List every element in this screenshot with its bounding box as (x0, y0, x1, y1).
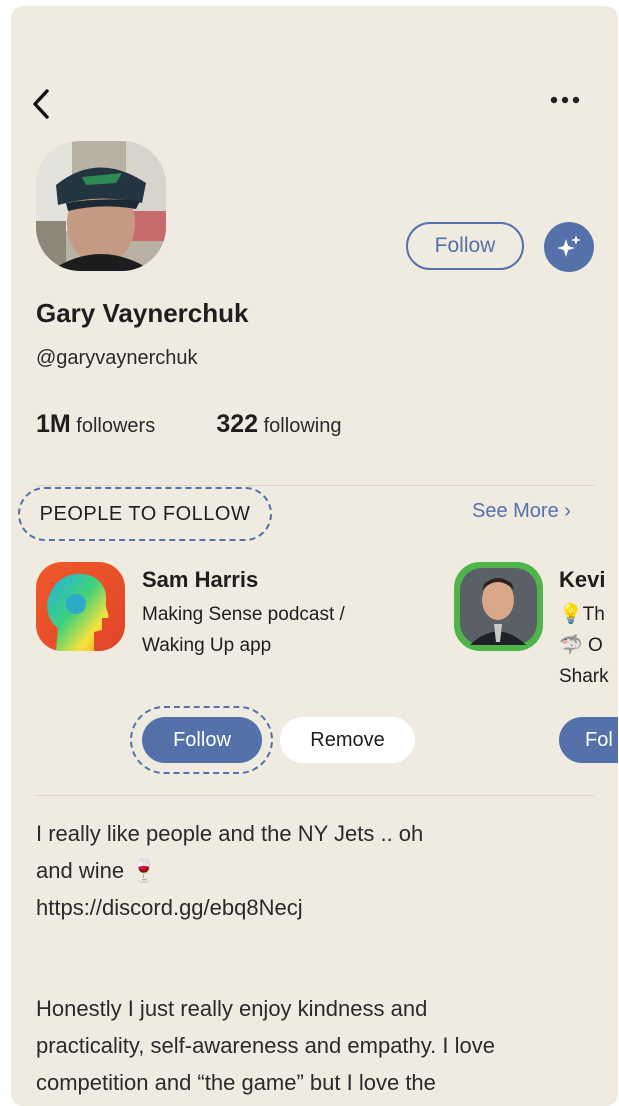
followers-count: 1M (36, 410, 71, 438)
sam-harris-avatar-image (36, 562, 125, 651)
divider (36, 795, 594, 796)
more-options-button[interactable] (545, 88, 585, 112)
following-label: following (263, 415, 342, 437)
suggestion-name[interactable]: Sam Harris (142, 567, 258, 593)
follow-stats: 1M followers 322 following (36, 410, 341, 439)
suggestion-avatar-sam-harris[interactable] (36, 562, 125, 651)
following-count: 322 (216, 410, 259, 438)
see-more-link[interactable]: See More › (472, 500, 571, 523)
profile-avatar[interactable] (36, 141, 166, 271)
suggestion-follow-button[interactable]: Follow (142, 717, 262, 763)
suggestion-bio: 💡Th 🦈 O Shark (559, 599, 609, 692)
bio-link[interactable]: https://discord.gg/ebq8Necj (36, 889, 596, 926)
bio-line: and wine 🍷 (36, 858, 158, 883)
followers-link[interactable]: 1M followers (36, 410, 156, 438)
bio-line: competition and “the game” but I love th… (36, 1070, 436, 1095)
divider (36, 485, 594, 486)
bio-line: practicality, self-awareness and empathy… (36, 1033, 495, 1058)
follow-button[interactable]: Follow (406, 222, 524, 270)
profile-handle: @garyvaynerchuk (36, 347, 198, 369)
lightbulb-icon: 💡 (559, 604, 583, 625)
bio-text: O (587, 635, 603, 656)
profile-bio-continued: Honestly I just really enjoy kindness an… (36, 990, 596, 1101)
avatar-photo (36, 141, 166, 271)
sparkles-icon (557, 235, 581, 257)
suggestion-avatar-kevin[interactable] (454, 562, 543, 651)
more-horizontal-icon (550, 96, 580, 104)
suggestion-bio-line: 💡Th (559, 599, 609, 630)
followers-label: followers (76, 415, 156, 437)
profile-name: Gary Vaynerchuk (36, 298, 249, 328)
suggestion-bio-line: 🦈 O (559, 630, 609, 661)
following-link[interactable]: 322 following (216, 410, 342, 438)
shark-icon: 🦈 (559, 635, 583, 656)
sparkles-button[interactable] (544, 222, 594, 272)
suggestion-bio: Making Sense podcast / Waking Up app (142, 599, 345, 661)
suggestion-bio-line: Making Sense podcast / (142, 604, 345, 625)
bio-line: I really like people and the NY Jets .. … (36, 821, 424, 846)
bio-line: Honestly I just really enjoy kindness an… (36, 996, 428, 1021)
suggestion-name[interactable]: Kevi (559, 567, 605, 593)
profile-bio: I really like people and the NY Jets .. … (36, 815, 596, 926)
bio-text: Th (582, 604, 605, 625)
suggestion-follow-button[interactable]: Fol (559, 717, 618, 763)
profile-card: Follow Gary Vaynerchuk @garyvaynerchuk 1… (11, 6, 618, 1106)
chevron-left-icon (33, 89, 49, 119)
back-button[interactable] (27, 86, 57, 122)
suggestion-bio-line: Waking Up app (142, 635, 272, 656)
kevin-avatar-image (460, 568, 537, 645)
suggestion-remove-button[interactable]: Remove (280, 717, 415, 763)
suggestion-bio-line: Shark (559, 666, 609, 687)
people-to-follow-title: PEOPLE TO FOLLOW (18, 487, 272, 541)
